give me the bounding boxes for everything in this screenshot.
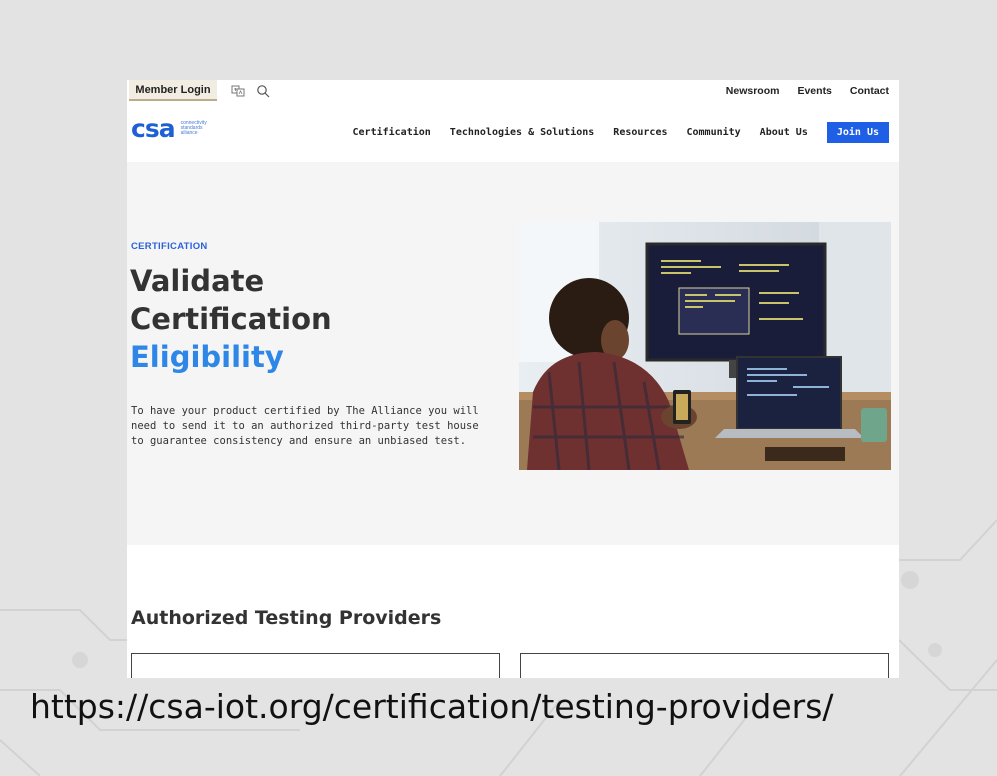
- contact-link[interactable]: Contact: [850, 85, 889, 97]
- title-line: Certification: [130, 302, 332, 336]
- hero-section: CERTIFICATION Validate Certification Eli…: [127, 162, 899, 545]
- newsroom-link[interactable]: Newsroom: [726, 85, 780, 97]
- page-title: Validate Certification Eligibility: [130, 262, 332, 376]
- nav-item-community[interactable]: Community: [686, 127, 740, 138]
- main-navigation: csa connectivity standards alliance Cert…: [127, 102, 899, 162]
- join-us-button[interactable]: Join Us: [826, 122, 889, 143]
- browser-screenshot: Member Login Newsroom Events Contact csa…: [127, 80, 899, 678]
- nav-item-about-us[interactable]: About Us: [760, 127, 808, 138]
- title-line: Validate: [130, 264, 265, 298]
- section-eyebrow: CERTIFICATION: [131, 241, 208, 252]
- caption-url: https://csa-iot.org/certification/testin…: [30, 687, 834, 726]
- hero-photo: [519, 222, 891, 470]
- nav-item-certification[interactable]: Certification: [353, 127, 431, 138]
- title-highlight: Eligibility: [130, 340, 284, 374]
- csa-logo[interactable]: csa connectivity standards alliance: [131, 114, 207, 143]
- provider-card[interactable]: [520, 653, 889, 678]
- top-links: Newsroom Events Contact: [726, 80, 889, 102]
- nav-item-technologies[interactable]: Technologies & Solutions: [450, 127, 595, 138]
- hero-description: To have your product certified by The Al…: [131, 405, 479, 447]
- logo-mark: csa: [131, 114, 176, 143]
- utility-bar: Member Login Newsroom Events Contact: [127, 80, 899, 103]
- search-icon[interactable]: [256, 84, 270, 98]
- logo-wordmark: connectivity standards alliance: [181, 121, 207, 136]
- nav-menu: Certification Technologies & Solutions R…: [353, 122, 889, 143]
- section-heading: Authorized Testing Providers: [131, 607, 442, 629]
- providers-section: Authorized Testing Providers: [127, 545, 899, 678]
- translate-icon[interactable]: [231, 84, 245, 98]
- nav-item-resources[interactable]: Resources: [613, 127, 667, 138]
- logo-word: alliance: [180, 130, 198, 136]
- events-link[interactable]: Events: [797, 85, 831, 97]
- provider-card[interactable]: [131, 653, 500, 678]
- member-login-button[interactable]: Member Login: [129, 80, 217, 101]
